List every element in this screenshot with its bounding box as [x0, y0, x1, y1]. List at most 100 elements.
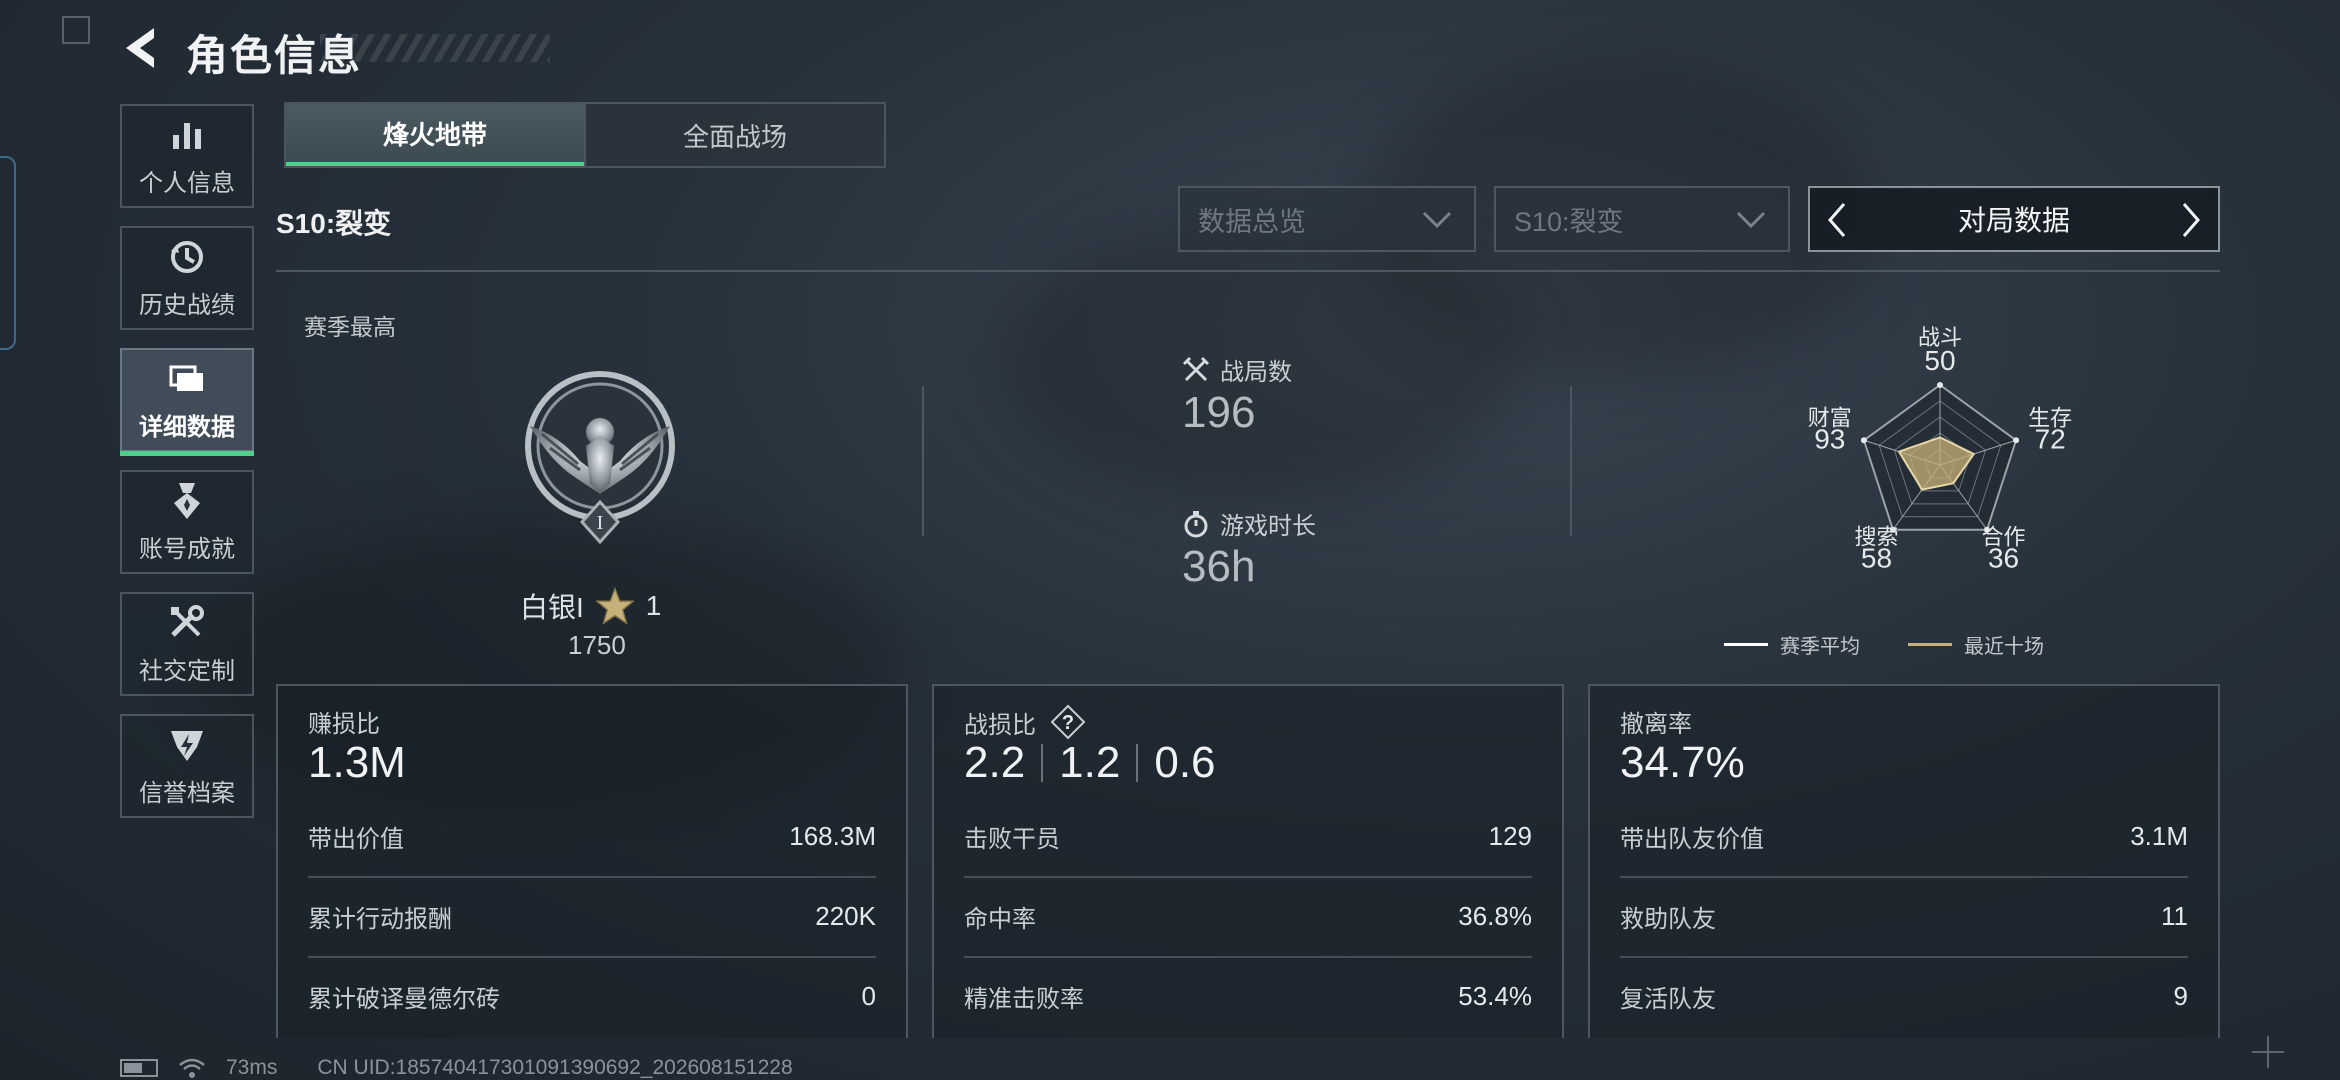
legend-season-avg: 赛季平均 [1724, 630, 1860, 659]
kd-card-title: 战损比 [964, 711, 1036, 739]
shield-bolt-icon [171, 730, 203, 761]
sidebar-item-details[interactable]: 详细数据 [120, 348, 254, 456]
table-row: 累计行动报酬 220K [308, 876, 876, 956]
row-value: 11 [2161, 900, 2188, 931]
profit-card: 赚损比 1.3M 带出价值 168.3M 累计行动报酬 220K 累计破译曼德尔… [276, 684, 908, 1038]
chevron-down-icon [1736, 211, 1766, 229]
playtime-value: 36h [1182, 542, 1256, 591]
playtime-label: 游戏时长 [1182, 506, 1316, 541]
radar-legend: 赛季平均 最近十场 [1724, 630, 2044, 659]
sidebar-item-profile[interactable]: 个人信息 [120, 104, 254, 208]
radar-axis-value: 93 [1814, 423, 1845, 454]
back-arrow-icon[interactable] [118, 24, 162, 72]
radar-axis-value: 58 [1861, 543, 1892, 574]
season-best-label: 赛季最高 [304, 314, 396, 340]
value-divider [1136, 744, 1139, 782]
radar-vertex-dot [2013, 437, 2020, 444]
row-label: 复活队友 [1620, 985, 1716, 1013]
rank-emblem-icon: I [525, 371, 675, 545]
tab-hazard-zone[interactable]: 烽火地带 [286, 104, 584, 166]
kd-values: 2.2 1.2 0.6 [964, 738, 1216, 788]
row-value: 220K [815, 900, 876, 931]
row-label: 带出队友价值 [1620, 825, 1764, 853]
extract-rate-value: 34.7% [1620, 738, 1745, 787]
matches-label: 战局数 [1182, 352, 1292, 387]
history-icon [171, 240, 203, 273]
bar-chart-icon [173, 122, 201, 149]
kd-card-header: 战损比 ? [964, 704, 1086, 740]
battery-icon [120, 1059, 158, 1077]
rank-tier: 白银I 1 [520, 586, 661, 626]
wifi-icon [179, 1058, 205, 1078]
legend-recent-ten: 最近十场 [1908, 630, 2044, 659]
corner-frame [62, 16, 90, 44]
chevron-left-icon[interactable] [1822, 201, 1852, 239]
sidebar-item-achievements[interactable]: 账号成就 [120, 470, 254, 574]
table-row: 救助队友 11 [1620, 876, 2188, 956]
value-divider [1041, 744, 1044, 782]
row-value: 168.3M [789, 820, 876, 851]
sidebar-item-social[interactable]: 社交定制 [120, 592, 254, 696]
table-row: 击败干员 129 [964, 796, 1532, 876]
row-label: 救助队友 [1620, 905, 1716, 933]
stat-type-selector: 对局数据 [1808, 186, 2220, 252]
sidebar-item-label: 账号成就 [139, 535, 235, 563]
cards-icon [169, 365, 203, 391]
chevron-down-icon [1422, 211, 1452, 229]
svg-text:I: I [597, 512, 604, 534]
sidebar-item-label: 个人信息 [139, 169, 235, 197]
radar-axis-value: 50 [1924, 345, 1955, 376]
star-icon [595, 587, 634, 625]
row-value: 9 [2173, 980, 2188, 1011]
legend-season-avg-label: 赛季平均 [1780, 636, 1860, 658]
radar-vertex-dot [1860, 437, 1867, 444]
column-divider [1570, 386, 1572, 536]
rank-score: 1750 [568, 630, 626, 660]
column-divider [922, 386, 924, 536]
stat-type-value: 对局数据 [1957, 205, 2070, 236]
uid-text: CN UID:185740417301091390692_20260815122… [317, 1056, 793, 1079]
svg-text:?: ? [1062, 712, 1074, 734]
chevron-right-icon[interactable] [2176, 201, 2206, 239]
battery-fill [124, 1063, 142, 1073]
matches-value: 196 [1182, 388, 1256, 437]
radar-axis-value: 72 [2035, 423, 2066, 454]
crossed-swords-icon [1182, 356, 1210, 381]
legend-line-white [1724, 643, 1768, 646]
page-title: 角色信息 [186, 32, 363, 79]
kd-card: 战损比 ? 2.2 1.2 0.6 击败干员 129 命中率 36.8% 精准击… [932, 684, 1564, 1038]
ping-value: 73ms [226, 1056, 278, 1079]
row-value: 3.1M [2130, 820, 2188, 851]
sidebar-item-history[interactable]: 历史战绩 [120, 226, 254, 330]
profit-ratio-value: 1.3M [308, 738, 406, 787]
row-label: 累计行动报酬 [308, 905, 452, 933]
row-label: 累计破译曼德尔砖 [308, 985, 500, 1013]
row-label: 精准击败率 [964, 985, 1084, 1013]
sidebar-item-label: 信誉档案 [139, 779, 235, 807]
table-row: 命中率 36.8% [964, 876, 1532, 956]
sidebar-item-label: 详细数据 [139, 413, 235, 441]
help-icon[interactable]: ? [1050, 704, 1086, 740]
table-row: 带出队友价值 3.1M [1620, 796, 2188, 876]
overview-dropdown-value: 数据总览 [1198, 206, 1306, 237]
row-value: 129 [1488, 820, 1532, 851]
matches-label-text: 战局数 [1220, 359, 1292, 386]
playtime-label-text: 游戏时长 [1220, 513, 1316, 540]
left-edge-handle[interactable] [0, 156, 16, 350]
kd-value-1: 2.2 [964, 738, 1026, 787]
sidebar-item-reputation[interactable]: 信誉档案 [120, 714, 254, 818]
tab-full-battlefield[interactable]: 全面战场 [586, 104, 884, 166]
plus-mark-icon [2252, 1036, 2284, 1068]
kd-value-2: 1.2 [1059, 738, 1121, 787]
rank-tier-name: 白银I [520, 592, 584, 623]
overview-dropdown[interactable]: 数据总览 [1178, 186, 1476, 252]
row-label: 带出价值 [308, 825, 404, 853]
row-value: 0 [861, 980, 876, 1011]
extract-card: 撤离率 34.7% 带出队友价值 3.1M 救助队友 11 复活队友 9 [1588, 684, 2220, 1038]
profit-card-title: 赚损比 [308, 711, 380, 738]
legend-line-gold [1908, 643, 1952, 646]
table-row: 带出价值 168.3M [308, 796, 876, 876]
status-footer: 73ms CN UID:185740417301091390692_202608… [120, 1056, 793, 1080]
row-value: 53.4% [1458, 980, 1532, 1011]
season-dropdown[interactable]: S10:裂变 [1494, 186, 1790, 252]
